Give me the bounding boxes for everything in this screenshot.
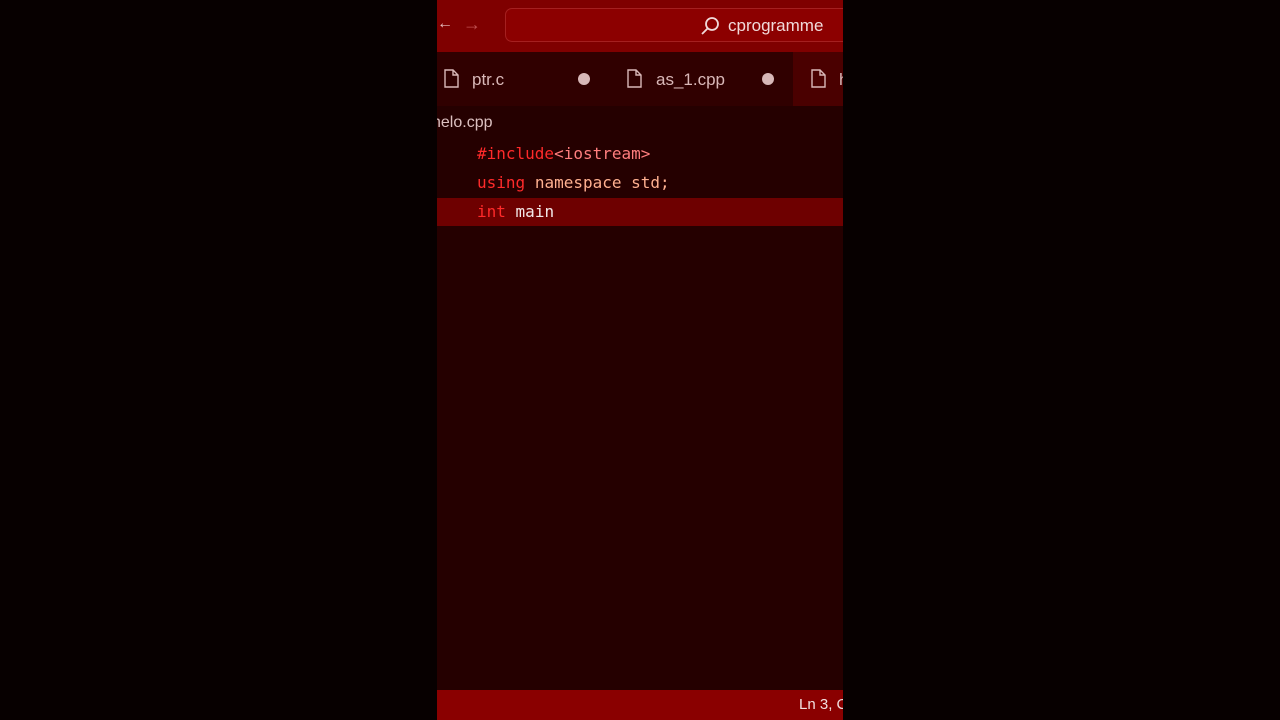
code-line-2[interactable]: using namespace std;: [437, 169, 843, 197]
unsaved-dot-icon[interactable]: [762, 73, 774, 85]
breadcrumb[interactable]: helo.cpp: [437, 113, 493, 133]
search-icon: [701, 17, 719, 35]
back-arrow-icon[interactable]: ←: [437, 14, 453, 34]
left-letterbox: [0, 0, 437, 720]
namespace-name: std;: [631, 173, 670, 192]
file-icon: [444, 69, 459, 88]
identifier-main: main: [515, 202, 555, 221]
unsaved-dot-icon[interactable]: [578, 73, 590, 85]
code-line-3-current[interactable]: int main: [437, 198, 843, 226]
keyword-using: using: [477, 173, 526, 192]
right-letterbox: [843, 0, 1280, 720]
status-bar: Ln 3, Col 9: [437, 690, 843, 720]
title-bar: ← → cprogramme: [437, 0, 843, 52]
forward-arrow-icon[interactable]: →: [463, 14, 481, 34]
tab-helo-cpp[interactable]: h: [793, 52, 843, 106]
tab-label: as_1.cpp: [656, 70, 725, 89]
file-icon: [811, 69, 826, 88]
tab-label: ptr.c: [472, 70, 505, 89]
command-center-search[interactable]: cprogramme: [505, 8, 843, 42]
code-editor-window: ← → cprogramme ptr.c as_1.cpp helo.cpp #…: [437, 0, 843, 720]
include-header: <iostream>: [554, 144, 651, 163]
code-line-1[interactable]: #include<iostream>: [437, 140, 843, 168]
file-icon: [627, 69, 642, 88]
workspace-name: cprogramme: [728, 16, 824, 35]
cursor-position[interactable]: Ln 3, Col 9: [799, 696, 843, 714]
tab-label: h: [839, 70, 843, 90]
keyword-int: int: [477, 202, 506, 221]
include-directive: #include: [477, 144, 555, 163]
keyword-namespace: namespace: [534, 173, 622, 192]
tab-as-1-cpp[interactable]: as_1.cpp: [615, 52, 787, 106]
tab-bar: ptr.c as_1.cpp h: [437, 52, 843, 106]
tab-ptr-c[interactable]: ptr.c: [437, 52, 605, 106]
